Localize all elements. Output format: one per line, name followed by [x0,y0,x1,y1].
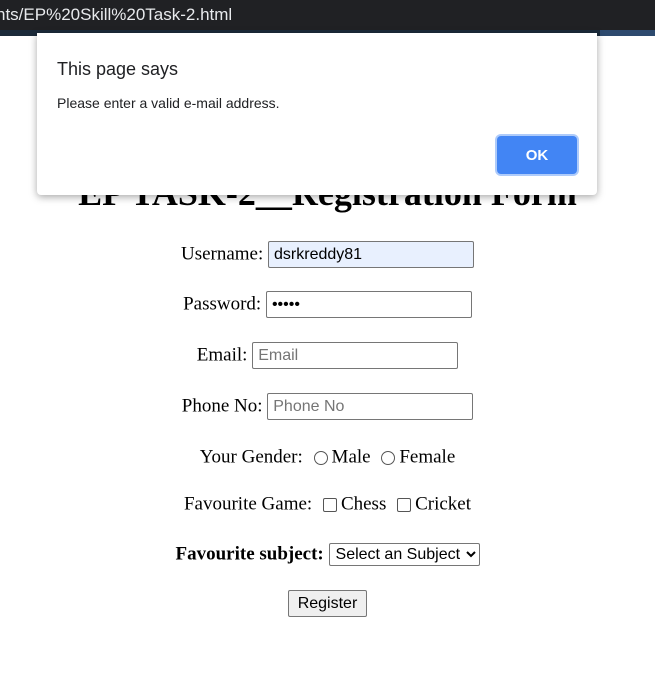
game-label: Favourite Game: [183,493,313,515]
username-row: Username: [0,241,655,268]
gender-label: Your Gender: [199,446,303,468]
email-label: Email: [196,344,248,366]
game-cricket-checkbox[interactable] [397,497,412,512]
register-button[interactable]: Register [287,590,368,617]
gender-female-radio[interactable] [381,450,396,465]
gender-female-label[interactable]: Female [399,447,455,468]
subject-row: Favourite subject: Select an Subject [0,543,655,567]
game-chess-checkbox[interactable] [322,497,337,512]
username-input[interactable] [268,241,475,268]
game-row: Favourite Game: Chess Cricket [0,493,655,516]
phone-row: Phone No: [0,393,655,420]
toolbar-accent [600,30,655,36]
register-row: Register [0,590,655,617]
gender-row: Your Gender: Male Female [0,446,655,469]
address-bar[interactable]: nts/EP%20Skill%20Task-2.html [0,0,655,36]
gender-male-radio[interactable] [313,450,328,465]
phone-label: Phone No: [181,395,263,417]
subject-select[interactable]: Select an Subject [328,543,480,567]
password-input[interactable] [265,291,472,318]
email-input[interactable] [252,342,459,369]
username-label: Username: [180,243,264,265]
gender-male-label[interactable]: Male [332,447,371,468]
email-row: Email: [0,342,655,369]
dialog-message: Please enter a valid e-mail address. [57,95,280,111]
url-text[interactable]: nts/EP%20Skill%20Task-2.html [0,0,232,30]
password-row: Password: [0,291,655,318]
dialog-title: This page says [57,59,179,79]
game-chess-label[interactable]: Chess [341,494,386,515]
game-cricket-label[interactable]: Cricket [415,494,471,515]
password-label: Password: [183,293,262,315]
alert-dialog: This page says Please enter a valid e-ma… [37,33,597,195]
ok-button[interactable]: OK [497,136,577,174]
phone-input[interactable] [267,393,474,420]
subject-label: Favourite subject: [175,543,324,565]
